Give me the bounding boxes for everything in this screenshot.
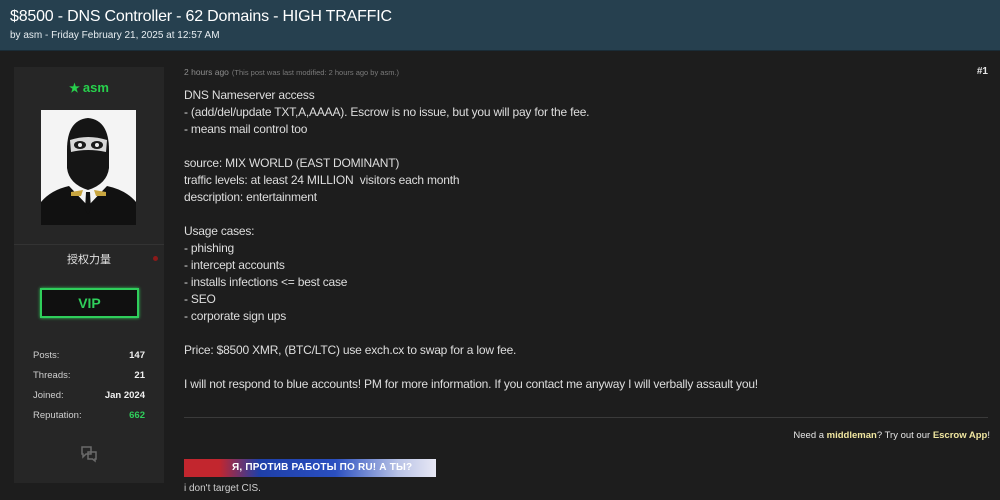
post-line: - means mail control too bbox=[184, 122, 308, 136]
sidebar-divider bbox=[14, 244, 164, 245]
author-username[interactable]: ★ asm bbox=[0, 80, 178, 95]
avatar[interactable] bbox=[41, 110, 136, 225]
thread-header: $8500 - DNS Controller - 62 Domains - HI… bbox=[0, 0, 1000, 51]
post-line: Usage cases: bbox=[184, 224, 255, 238]
stat-row-posts: Posts: 147 bbox=[33, 350, 145, 370]
signature-text: i don't target CIS. bbox=[184, 483, 261, 494]
stat-label: Joined: bbox=[33, 390, 64, 401]
post-modified-note: (This post was last modified: 2 hours ag… bbox=[231, 68, 400, 77]
stat-row-threads: Threads: 21 bbox=[33, 370, 145, 390]
star-icon: ★ bbox=[69, 81, 80, 95]
post-body: DNS Nameserver access - (add/del/update … bbox=[184, 87, 984, 393]
post-line: source: MIX WORLD (EAST DOMINANT) bbox=[184, 156, 400, 170]
thread-title: $8500 - DNS Controller - 62 Domains - HI… bbox=[10, 8, 392, 25]
escrow-mid: ? Try out our bbox=[876, 430, 933, 441]
middleman-link[interactable]: middleman bbox=[827, 430, 877, 441]
post-line bbox=[184, 138, 984, 155]
escrow-suffix: ! bbox=[987, 430, 990, 441]
post-line: - intercept accounts bbox=[184, 258, 285, 272]
thread-meta: by asm - Friday February 21, 2025 at 12:… bbox=[10, 30, 220, 41]
stat-row-joined: Joined: Jan 2024 bbox=[33, 390, 145, 410]
reputation-value[interactable]: 662 bbox=[129, 410, 145, 421]
signature-banner: Я, ПРОТИВ РАБОТЫ ПО RU! А ТЫ? bbox=[184, 459, 436, 477]
post-line: traffic levels: at least 24 MILLION visi… bbox=[184, 173, 460, 187]
post-line bbox=[184, 359, 984, 376]
escrow-prefix: Need a bbox=[793, 430, 827, 441]
stat-value: 147 bbox=[129, 350, 145, 361]
author-title: 授权力量 bbox=[67, 254, 111, 266]
post-time[interactable]: 2 hours ago bbox=[184, 67, 229, 77]
post-number[interactable]: #1 bbox=[977, 66, 988, 77]
post-meta: 2 hours ago (This post was last modified:… bbox=[184, 67, 399, 77]
stat-label: Posts: bbox=[33, 350, 60, 361]
stat-value: Jan 2024 bbox=[104, 390, 145, 401]
status-dot-icon bbox=[153, 256, 158, 261]
post-line bbox=[184, 206, 984, 223]
escrow-promo: Need a middleman? Try out our Escrow App… bbox=[793, 430, 990, 441]
stat-row-reputation[interactable]: Reputation: 662 bbox=[33, 410, 145, 430]
post-line: description: entertainment bbox=[184, 190, 317, 204]
post-line: - (add/del/update TXT,A,AAAA). Escrow is… bbox=[184, 105, 590, 119]
stat-value: 21 bbox=[134, 370, 145, 381]
signature-banner-text: Я, ПРОТИВ РАБОТЫ ПО RU! А ТЫ? bbox=[232, 462, 413, 473]
avatar-image bbox=[41, 110, 136, 225]
post-line: - SEO bbox=[184, 292, 216, 306]
post-line: I will not respond to blue accounts! PM … bbox=[184, 377, 758, 391]
post-line bbox=[184, 325, 984, 342]
stat-label: Reputation: bbox=[33, 410, 82, 421]
author-username-text: asm bbox=[82, 80, 109, 95]
signature-divider bbox=[184, 417, 988, 418]
post-line: DNS Nameserver access bbox=[184, 88, 315, 102]
author-stats: Posts: 147 Threads: 21 Joined: Jan 2024 … bbox=[33, 350, 145, 430]
stat-label: Threads: bbox=[33, 370, 71, 381]
post-line: - installs infections <= best case bbox=[184, 275, 348, 289]
escrow-app-link[interactable]: Escrow App bbox=[933, 430, 988, 441]
vip-badge: VIP bbox=[40, 288, 139, 318]
post-line: - corporate sign ups bbox=[184, 309, 287, 323]
post-line: Price: $8500 XMR, (BTC/LTC) use exch.cx … bbox=[184, 343, 517, 357]
post-line: - phishing bbox=[184, 241, 235, 255]
message-bubbles-icon[interactable] bbox=[80, 445, 98, 463]
